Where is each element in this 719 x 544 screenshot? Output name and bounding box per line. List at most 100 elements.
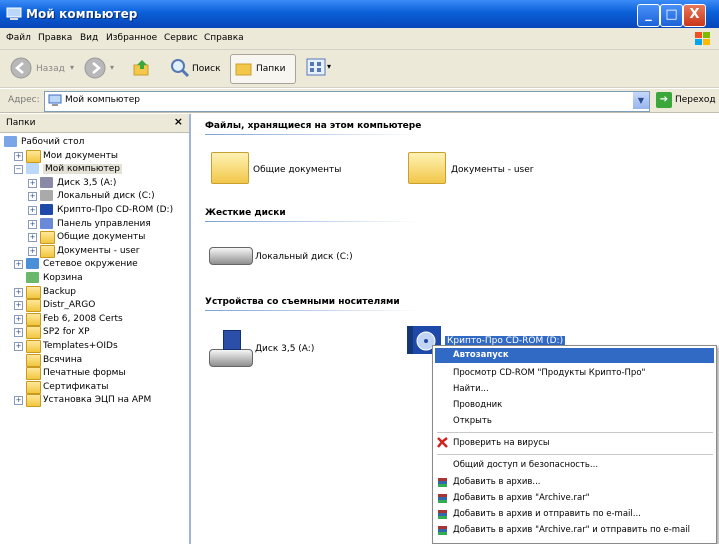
local-disk-item[interactable]: Локальный диск (C:) <box>255 252 353 262</box>
floppy-disk-icon <box>223 330 241 350</box>
back-dropdown-icon[interactable]: ▾ <box>70 63 74 72</box>
go-button[interactable]: Переход <box>675 95 716 105</box>
menu-item-add-archive-rar-email[interactable]: Добавить в архив "Archive.rar" и отправи… <box>453 525 690 535</box>
folder-icon <box>26 340 41 353</box>
tree-item-label: Feb 6, 2008 Certs <box>43 313 123 324</box>
maximize-button[interactable]: □ <box>660 4 683 27</box>
menu-file[interactable]: Файл <box>6 33 31 43</box>
winrar-icon <box>438 526 447 535</box>
group-divider <box>205 134 419 135</box>
menu-item-autorun[interactable]: Автозапуск <box>453 350 509 360</box>
tree-item-label: Сетевое окружение <box>43 259 138 270</box>
expand-icon[interactable]: + <box>14 314 23 324</box>
address-bar: Адрес: Мой компьютер ▼ ➔ Переход <box>0 89 719 113</box>
expand-icon[interactable]: + <box>14 396 23 406</box>
shared-documents-item[interactable]: Общие документы <box>253 165 341 175</box>
tree-item-label: Distr_ARGO <box>43 300 96 311</box>
my-computer-icon <box>26 163 39 175</box>
menu-item-browse-cd[interactable]: Просмотр CD-ROM "Продукты Крипто-Про" <box>453 368 645 378</box>
menu-item-find[interactable]: Найти... <box>453 384 489 394</box>
folders-pane-header: Папки × <box>0 114 189 133</box>
expand-icon[interactable]: + <box>28 246 37 256</box>
menu-help[interactable]: Справка <box>204 33 244 43</box>
go-arrow-icon[interactable]: ➔ <box>656 92 672 108</box>
tree-item-label: Диск 3,5 (A:) <box>57 177 117 188</box>
expand-icon[interactable]: + <box>14 328 23 338</box>
menu-item-sharing[interactable]: Общий доступ и безопасность... <box>453 460 598 470</box>
folder-icon[interactable] <box>211 152 249 184</box>
back-arrow-icon[interactable] <box>10 57 32 79</box>
menu-item-add-archive[interactable]: Добавить в архив... <box>453 477 540 487</box>
expand-icon[interactable]: + <box>28 206 37 215</box>
forward-dropdown-icon[interactable]: ▾ <box>110 63 114 72</box>
expand-icon[interactable]: + <box>28 219 37 229</box>
menu-item-add-archive-rar[interactable]: Добавить в архив "Archive.rar" <box>453 493 590 503</box>
floppy-icon <box>40 176 53 188</box>
expand-icon[interactable]: + <box>14 151 23 161</box>
tree-item-label: SP2 for XP <box>43 327 90 338</box>
folder-icon <box>26 394 41 408</box>
folders-icon <box>235 63 252 76</box>
address-dropdown-icon[interactable]: ▼ <box>633 92 649 109</box>
tree-item-label: Корзина <box>43 273 83 283</box>
menu-view[interactable]: Вид <box>80 33 98 43</box>
folder-icon <box>26 299 41 313</box>
folder-icon <box>26 353 41 367</box>
folders-button-label: Папки <box>256 64 286 74</box>
network-icon <box>26 258 39 270</box>
minimize-button[interactable]: _ <box>637 4 660 27</box>
title-bar[interactable]: Мой компьютер _ □ X <box>0 0 719 28</box>
tree-item-label: Установка ЭЦП на АРМ <box>43 395 152 406</box>
expand-icon[interactable]: + <box>14 287 23 297</box>
views-dropdown-icon[interactable]: ▾ <box>327 62 331 71</box>
desktop-icon <box>4 136 17 147</box>
folder-icon <box>26 326 41 340</box>
expand-icon[interactable]: + <box>14 301 23 311</box>
address-input[interactable]: Мой компьютер ▼ <box>44 91 650 112</box>
folders-pane: Папки × Рабочий стол + Мои документы − Мой к… <box>0 114 191 544</box>
user-documents-item[interactable]: Документы - user <box>451 165 533 175</box>
search-button[interactable]: Поиск <box>192 64 221 74</box>
folders-pane-title: Папки <box>6 118 36 128</box>
menu-favorites[interactable]: Избранное <box>106 33 157 43</box>
tree-item-label: Крипто-Про CD-ROM (D:) <box>57 205 174 215</box>
close-pane-icon[interactable]: × <box>174 115 183 128</box>
tree-item-label: Backup <box>43 286 76 297</box>
context-menu: Автозапуск Просмотр CD-ROM "Продукты Кри… <box>432 345 717 544</box>
folder-icon <box>26 312 41 326</box>
collapse-icon[interactable]: − <box>14 165 23 175</box>
close-button[interactable]: X <box>683 4 706 27</box>
menu-item-virus-check[interactable]: Проверить на вирусы <box>453 438 550 448</box>
forward-arrow-icon[interactable] <box>84 57 106 79</box>
menu-bar: Файл Правка Вид Избранное Сервис Справка <box>0 28 719 50</box>
expand-icon[interactable]: + <box>28 178 37 188</box>
tree-item-label: Мой компьютер <box>43 164 122 175</box>
views-icon[interactable] <box>306 58 326 76</box>
folder-icon <box>26 149 41 163</box>
expand-icon[interactable]: + <box>14 260 23 270</box>
menu-tools[interactable]: Сервис <box>164 33 198 43</box>
expand-icon[interactable]: + <box>28 192 37 202</box>
menu-edit[interactable]: Правка <box>38 33 72 43</box>
window-title: Мой компьютер <box>26 7 138 21</box>
tree-item-label: Общие документы <box>57 232 146 243</box>
menu-item-explorer[interactable]: Проводник <box>453 400 502 410</box>
recycle-bin-icon <box>26 272 39 283</box>
menu-item-add-archive-email[interactable]: Добавить в архив и отправить по e-mail..… <box>453 509 641 519</box>
tree-item-label: Сертификаты <box>43 381 109 392</box>
my-computer-icon <box>6 7 22 20</box>
floppy-drive-icon[interactable] <box>209 349 253 367</box>
back-button-label[interactable]: Назад <box>36 64 65 74</box>
folder-icon[interactable] <box>408 152 446 184</box>
expand-icon[interactable]: + <box>14 342 23 351</box>
toolbar: Назад ▾ ▾ Поиск Папки ▾ <box>0 50 719 88</box>
expand-icon[interactable]: + <box>28 233 37 243</box>
group-header-files: Файлы, хранящиеся на этом компьютере <box>205 121 422 131</box>
folder-icon <box>26 285 41 299</box>
group-header-hard-disks: Жесткие диски <box>205 208 286 218</box>
up-folder-icon[interactable] <box>132 58 152 78</box>
menu-item-open[interactable]: Открыть <box>453 416 492 426</box>
floppy-item[interactable]: Диск 3,5 (A:) <box>255 344 314 354</box>
tree-item-label: Templates+OIDs <box>43 341 118 351</box>
hard-drive-icon[interactable] <box>209 247 253 265</box>
